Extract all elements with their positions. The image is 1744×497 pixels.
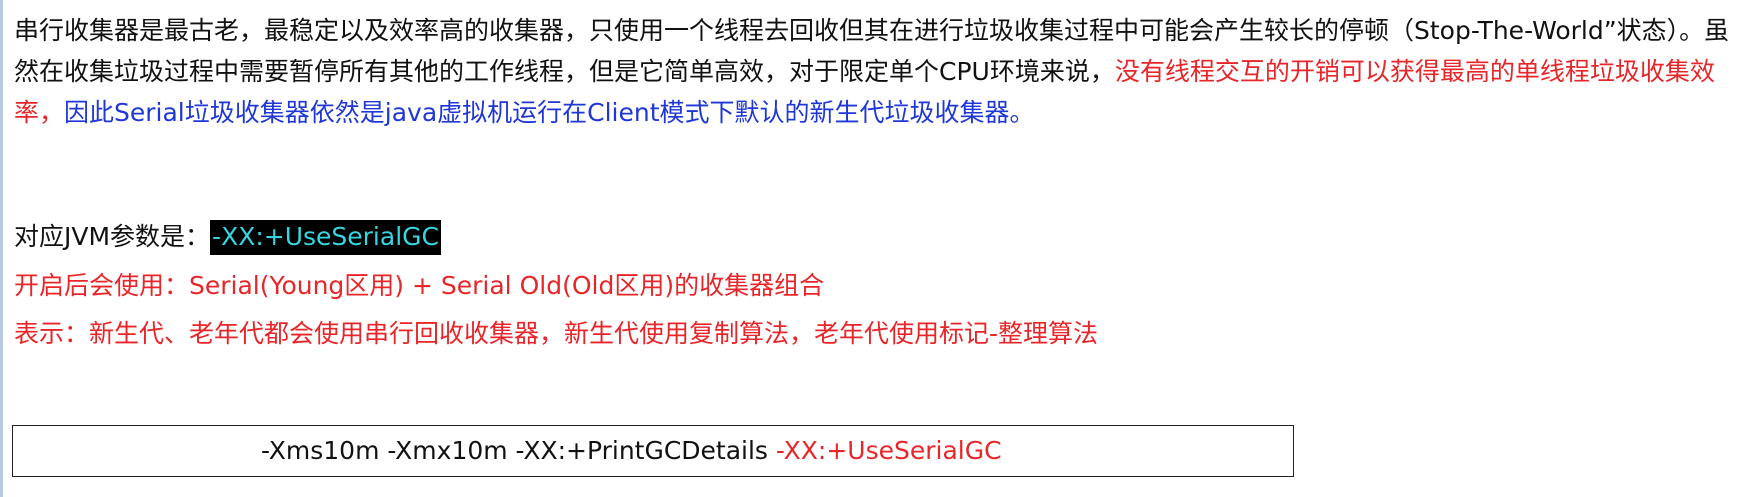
enable-line: 开启后会使用：Serial(Young区用) + Serial Old(Old区… — [14, 271, 825, 300]
intro-text-blue: 因此Serial垃圾收集器依然是java虚拟机运行在Client模式下默认的新生… — [64, 98, 1035, 127]
command-plain: -Xms10m -Xmx10m -XX:+PrintGCDetails — [261, 436, 776, 465]
document-body: 串行收集器是最古老，最稳定以及效率高的收集器，只使用一个线程去回收但其在进行垃圾… — [14, 10, 1732, 348]
meaning-line: 表示：新生代、老年代都会使用串行回收收集器，新生代使用复制算法，老年代使用标记-… — [14, 319, 1099, 348]
command-box: -Xms10m -Xmx10m -XX:+PrintGCDetails -XX:… — [12, 425, 1294, 477]
jvm-param-label: 对应JVM参数是： — [14, 222, 211, 251]
intro-paragraph: 串行收集器是最古老，最稳定以及效率高的收集器，只使用一个线程去回收但其在进行垃圾… — [14, 10, 1732, 133]
command-text: -Xms10m -Xmx10m -XX:+PrintGCDetails -XX:… — [261, 426, 1002, 475]
command-highlight: -XX:+UseSerialGC — [775, 436, 1002, 465]
jvm-param-line: 对应JVM参数是：-XX:+UseSerialGC — [14, 220, 441, 255]
jvm-param-value-highlight: -XX:+UseSerialGC — [210, 220, 441, 255]
left-margin-rule — [0, 0, 3, 497]
